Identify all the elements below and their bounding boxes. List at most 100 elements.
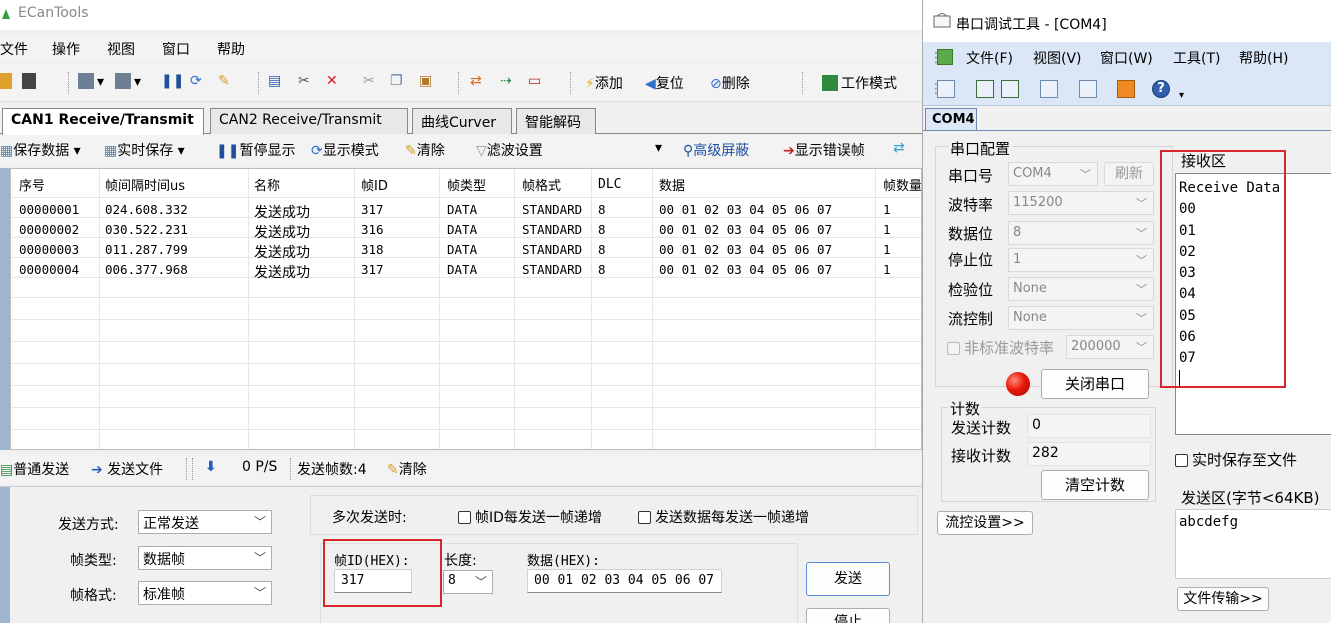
data-input[interactable]: 00 01 02 03 04 05 06 07 <box>527 569 722 593</box>
connect-icon[interactable]: ⇄ <box>470 73 482 89</box>
tab-can1[interactable]: CAN1 Receive/Transmit <box>2 108 204 135</box>
dropdown-arrow-icon[interactable]: ▾ <box>655 140 662 156</box>
toolbar-overflow-icon[interactable]: ▾ <box>1179 90 1184 101</box>
serial-menu-help[interactable]: 帮助(H) <box>1239 48 1288 68</box>
send-file-tab[interactable]: ➔ 发送文件 <box>91 459 163 479</box>
refresh-icon[interactable]: ⟳ <box>190 73 202 89</box>
flow-control-select[interactable]: None ﹀ <box>1008 306 1154 330</box>
stop-button[interactable]: 停止 <box>806 608 890 623</box>
checkbox-icon[interactable] <box>638 511 651 524</box>
tools-icon[interactable]: ✂ <box>298 73 310 89</box>
upload-icon[interactable] <box>1117 80 1135 98</box>
baud-select[interactable]: 115200 ﹀ <box>1008 191 1154 215</box>
stopbits-select[interactable]: 1 ﹀ <box>1008 248 1154 272</box>
calculator-icon[interactable] <box>1040 80 1058 98</box>
col-header-interval[interactable]: 帧间隔时间us <box>105 175 185 195</box>
menu-help[interactable]: 帮助 <box>217 39 245 59</box>
advanced-mask-button[interactable]: ⚲高级屏蔽 <box>683 140 749 160</box>
device2-icon[interactable]: ▾ <box>115 73 141 90</box>
frame-format-select[interactable]: 标准帧 ﹀ <box>138 581 272 605</box>
clear-button[interactable]: ✎清除 <box>405 140 445 160</box>
disconnect-icon[interactable]: ▭ <box>528 73 541 89</box>
work-mode-button[interactable]: 工作模式 <box>822 73 897 93</box>
realtime-save-checkbox[interactable]: 实时保存至文件 <box>1175 449 1297 470</box>
edit-icon[interactable]: ▤ <box>268 73 281 89</box>
serial-menu-tools[interactable]: 工具(T) <box>1173 48 1220 68</box>
help-icon[interactable]: ? <box>1152 80 1170 98</box>
reset-button[interactable]: ◀复位 <box>645 73 684 93</box>
filter-settings-button[interactable]: ▽滤波设置 <box>476 140 543 160</box>
download-arrow-icon[interactable]: ⬇ <box>205 459 217 475</box>
tab-can2[interactable]: CAN2 Receive/Transmit <box>210 108 408 134</box>
col-header-name[interactable]: 名称 <box>254 175 280 195</box>
more-icon[interactable]: ⇄ <box>893 140 905 156</box>
tab-smart-decode[interactable]: 智能解码 <box>516 108 596 134</box>
parity-select[interactable]: None ﹀ <box>1008 277 1154 301</box>
col-header-index[interactable]: 序号 <box>19 175 45 195</box>
nonstd-baud-checkbox[interactable]: 非标准波特率 <box>947 337 1054 358</box>
col-header-data[interactable]: 数据 <box>659 175 685 195</box>
normal-send-tab[interactable]: ▤普通发送 <box>0 459 69 479</box>
grid-cell: STANDARD <box>522 222 583 237</box>
col-header-format[interactable]: 帧格式 <box>522 175 561 195</box>
tab-com4[interactable]: COM4 <box>925 108 977 130</box>
col-header-id[interactable]: 帧ID <box>361 175 388 195</box>
flow-settings-button[interactable]: 流控设置>> <box>937 511 1033 535</box>
send-clear-button[interactable]: ✎清除 <box>387 459 427 479</box>
menu-window[interactable]: 窗口 <box>162 39 190 59</box>
cut-icon[interactable]: ✂ <box>363 73 375 89</box>
save-data-button[interactable]: ▦保存数据 ▾ <box>0 140 81 160</box>
send-textarea[interactable]: abcdefg <box>1175 509 1331 579</box>
display-mode-button[interactable]: ⟳显示模式 <box>311 140 379 160</box>
col-header-count[interactable]: 帧数量 <box>883 175 921 195</box>
pause-display-button[interactable]: ❚❚暂停显示 <box>216 140 295 160</box>
paste-icon[interactable]: ▣ <box>419 73 432 89</box>
frame-type-select[interactable]: 数据帧 ﹀ <box>138 546 272 570</box>
grid-cell: 006.377.968 <box>105 262 188 277</box>
col-header-dlc[interactable]: DLC <box>598 177 621 197</box>
save-icon[interactable] <box>22 73 39 90</box>
realtime-save-button[interactable]: ▦实时保存 ▾ <box>104 140 185 160</box>
add-button[interactable]: ⚡添加 <box>585 73 623 93</box>
delete-button[interactable]: ⊘删除 <box>710 73 750 93</box>
checkbox-icon[interactable] <box>458 511 471 524</box>
tab-curve[interactable]: 曲线Curver <box>412 108 512 134</box>
device-icon[interactable]: ▾ <box>78 73 104 90</box>
send-button[interactable]: 发送 <box>806 562 890 596</box>
port-select[interactable]: COM4 ﹀ <box>1008 162 1098 186</box>
horizontal-split-icon[interactable] <box>976 80 994 98</box>
menu-file[interactable]: 文件 <box>0 39 28 59</box>
checkbox-icon[interactable] <box>1175 454 1188 467</box>
send-mode-select[interactable]: 正常发送 ﹀ <box>138 510 272 534</box>
data-increment-checkbox[interactable]: 发送数据每发送一帧递增 <box>638 507 809 527</box>
nonstd-baud-select[interactable]: 200000 ﹀ <box>1066 335 1154 359</box>
file-transfer-button[interactable]: 文件传输>> <box>1177 587 1269 611</box>
close-port-button[interactable]: 关闭串口 <box>1041 369 1149 399</box>
checkbox-icon[interactable] <box>947 342 960 355</box>
show-error-frames-button[interactable]: ➔显示错误帧 <box>783 140 865 160</box>
copy-icon[interactable]: ❐ <box>390 73 403 89</box>
data-label: 数据(HEX): <box>527 554 600 569</box>
serial-menu-view[interactable]: 视图(V) <box>1033 48 1082 68</box>
grid-cell: 1 <box>883 222 891 237</box>
link-icon[interactable]: ⇢ <box>500 73 512 89</box>
databits-select[interactable]: 8 ﹀ <box>1008 221 1154 245</box>
refresh-button[interactable]: 刷新 <box>1104 162 1154 186</box>
pause-icon[interactable]: ❚❚ <box>161 73 184 89</box>
serial-menu-file[interactable]: 文件(F) <box>966 48 1013 68</box>
serial-menu-window[interactable]: 窗口(W) <box>1100 48 1153 68</box>
send-panel: 发送方式: 正常发送 ﹀ 帧类型: 数据帧 ﹀ 帧格式: 标准帧 ﹀ 多次发送时: 帧… <box>0 486 922 623</box>
length-select[interactable]: 8 ﹀ <box>443 570 493 594</box>
vertical-split-icon[interactable] <box>1001 80 1019 98</box>
monitor-icon[interactable] <box>1079 80 1097 98</box>
counter-label: 计数 <box>948 398 983 419</box>
id-increment-checkbox[interactable]: 帧ID每发送一帧递增 <box>458 507 602 527</box>
close-red-icon[interactable]: ✕ <box>326 73 338 89</box>
broom-icon[interactable]: ✎ <box>218 73 230 89</box>
clear-counter-button[interactable]: 清空计数 <box>1041 470 1149 500</box>
new-window-icon[interactable] <box>937 80 955 98</box>
menu-operate[interactable]: 操作 <box>52 39 80 59</box>
col-header-type[interactable]: 帧类型 <box>447 175 486 195</box>
open-icon[interactable] <box>0 73 15 90</box>
menu-view[interactable]: 视图 <box>107 39 135 59</box>
